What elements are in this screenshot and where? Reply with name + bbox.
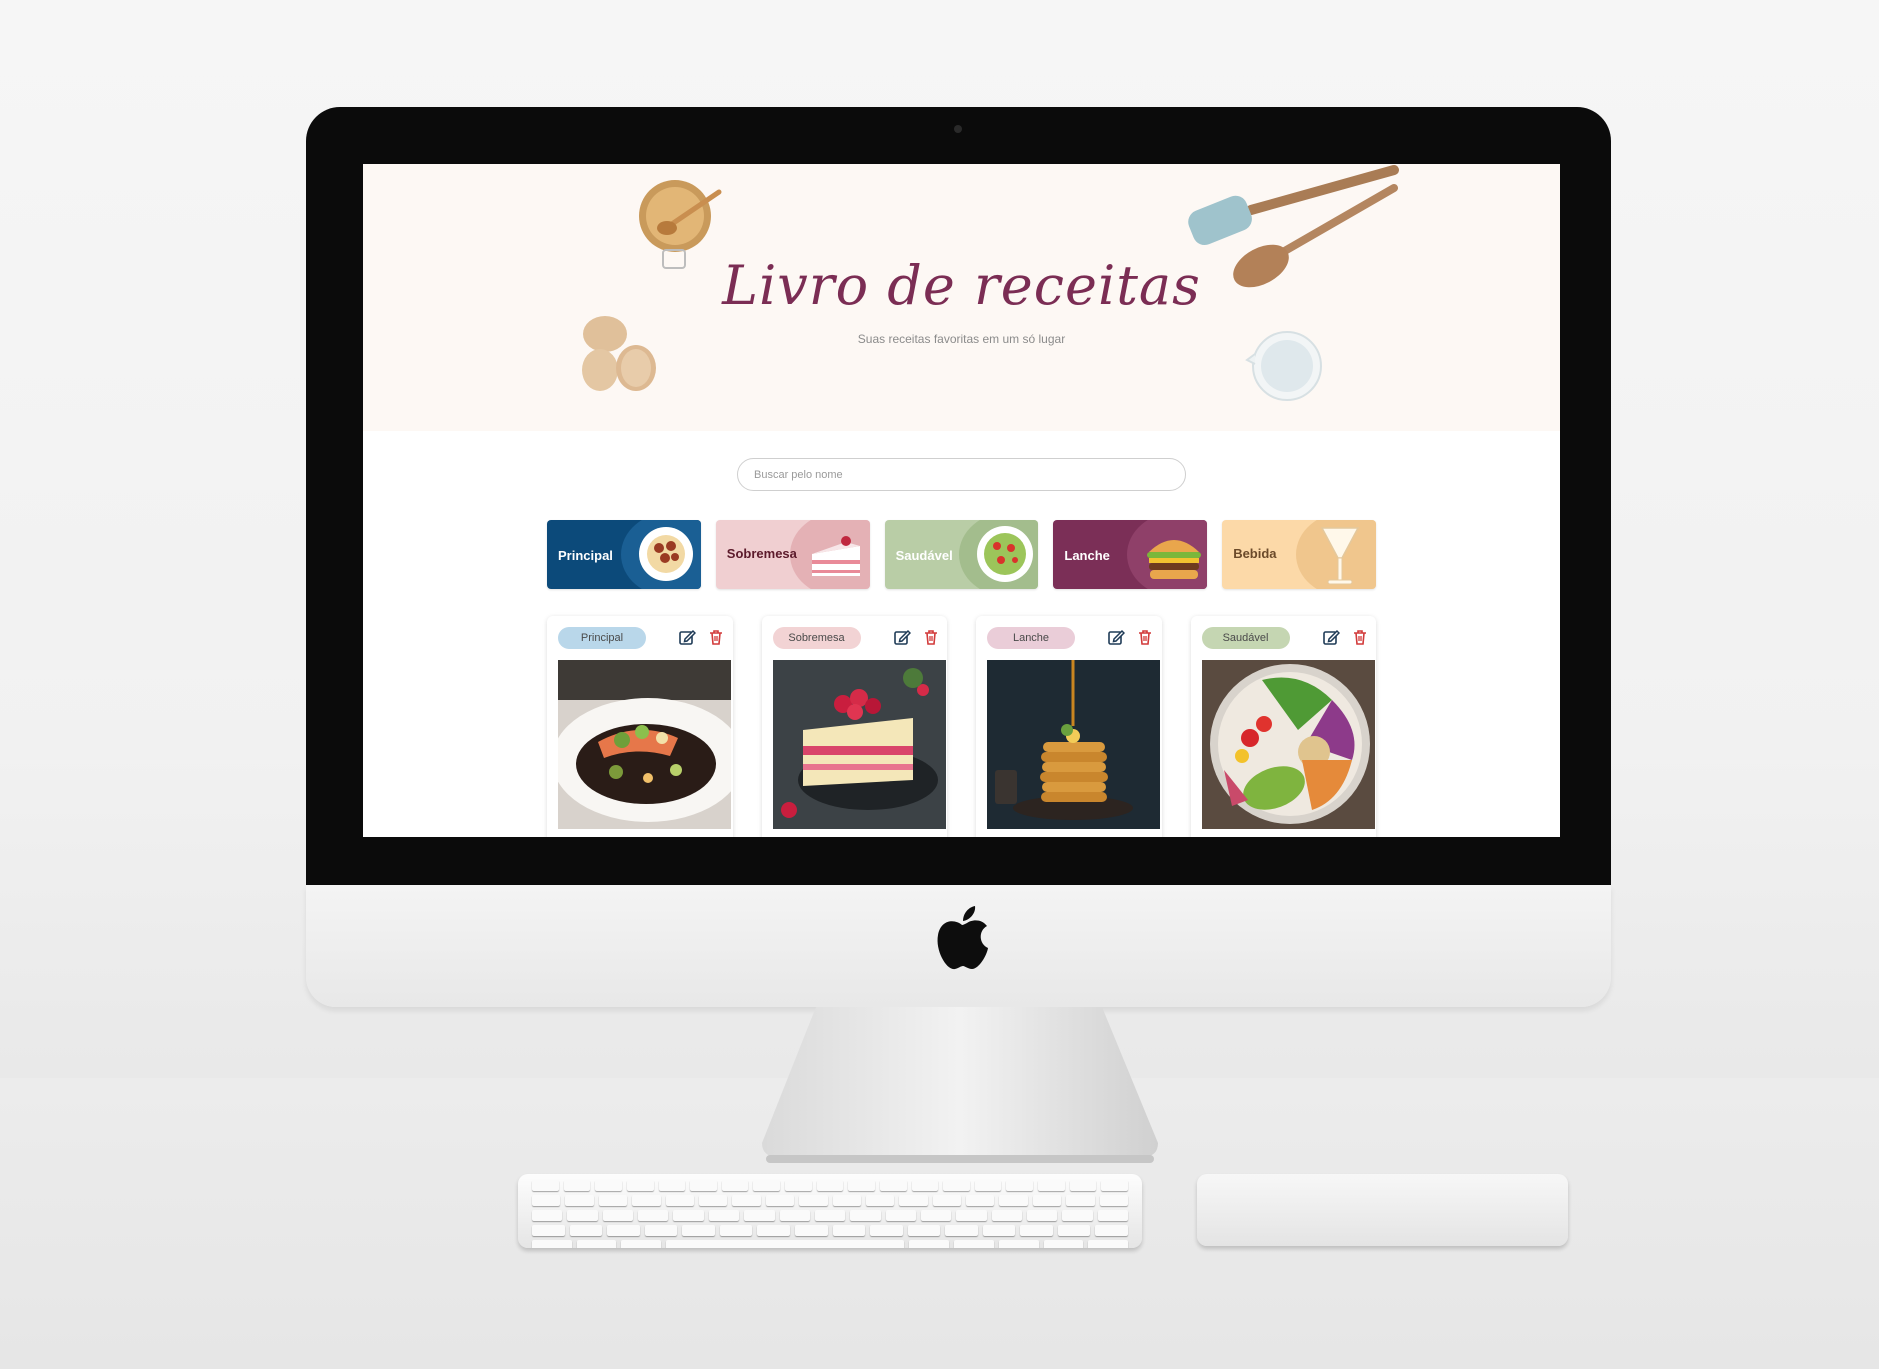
browser-viewport: Livro de receitas Suas receitas favorita… [363,164,1560,837]
category-bebida[interactable]: Bebida [1222,520,1376,589]
edit-icon[interactable] [678,628,696,646]
category-saudavel[interactable]: Saudável [884,520,1039,589]
monitor-stand [762,1007,1158,1163]
recipe-card[interactable]: Principal [547,616,733,837]
trash-icon[interactable] [1136,628,1154,646]
trash-icon[interactable] [707,628,725,646]
raspberry-cake-photo [772,660,946,829]
category-label: Saudável [895,548,953,563]
category-badge: Saudável [1201,627,1290,649]
page-subtitle: Suas receitas favoritas em um só lugar [857,332,1066,346]
page-title: Livro de receitas [722,254,1201,317]
edit-icon[interactable] [893,628,911,646]
category-principal[interactable]: Principal [547,520,701,589]
edit-icon[interactable] [1107,628,1125,646]
cake-slice-icon [811,536,860,576]
category-filter-bar: Principal Sobremesa Saudável Lanche Bebi… [547,520,1376,589]
category-label: Sobremesa [726,546,797,561]
category-label: Bebida [1233,546,1277,561]
category-sobremesa[interactable]: Sobremesa [715,520,870,589]
pancake-stack-photo [987,660,1160,829]
apple-logo-icon [937,906,988,970]
cocktail-glass-icon [1320,527,1360,585]
eggs-icon [582,316,656,391]
edit-icon[interactable] [1322,628,1340,646]
hero-banner: Livro de receitas Suas receitas favorita… [363,164,1560,431]
recipe-card[interactable]: Sobremesa [761,616,947,837]
trackpad [1197,1174,1568,1246]
category-badge: Sobremesa [772,627,861,649]
category-label: Lanche [1064,548,1110,563]
keyboard [518,1174,1142,1248]
category-badge: Principal [558,627,646,649]
pasta-plate-icon [639,527,693,581]
healthy-bowl-photo [1201,660,1375,829]
category-lanche[interactable]: Lanche [1053,520,1208,589]
trash-icon[interactable] [922,628,940,646]
burger-icon [1147,540,1202,579]
recipe-card[interactable]: Saudável [1190,616,1376,837]
salmon-dish-photo [558,660,731,829]
trash-icon[interactable] [1351,628,1369,646]
category-label: Principal [558,548,613,563]
salad-plate-icon [976,526,1033,582]
recipe-card-list: Principal Sobremesa Lanche Saudável [547,616,1376,837]
recipe-card[interactable]: Lanche [976,616,1162,837]
category-badge: Lanche [987,627,1075,649]
search-input[interactable] [737,458,1186,491]
camera-icon [954,125,962,133]
